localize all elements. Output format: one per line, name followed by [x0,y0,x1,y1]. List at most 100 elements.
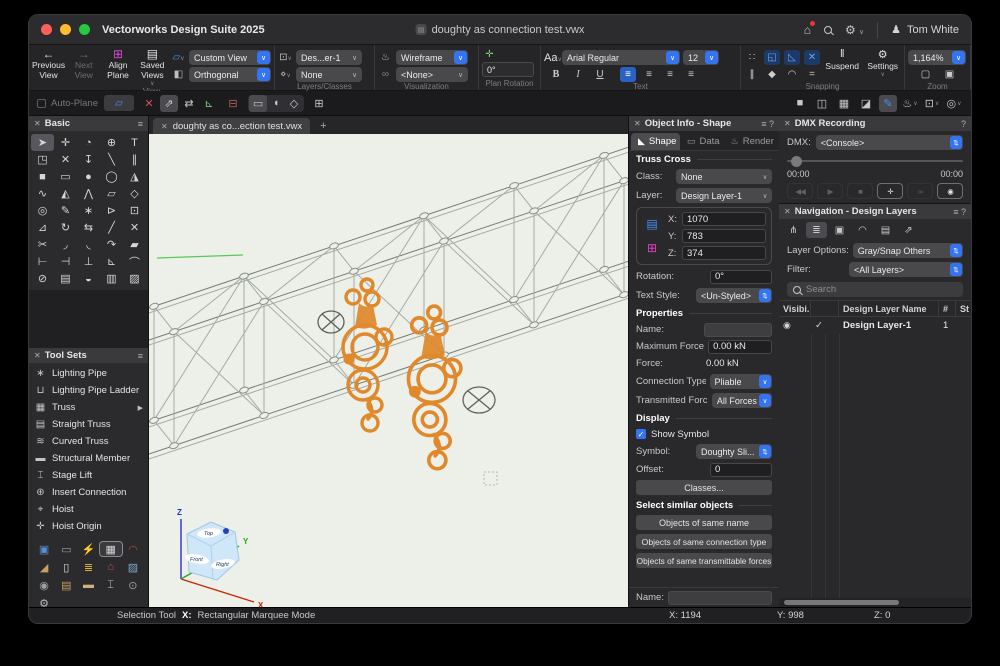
render-mode-dropdown[interactable]: Wireframe∨ [396,50,468,65]
layer-dropdown[interactable]: Design Layer-1∨ [676,188,772,203]
offset-field[interactable]: 0 [710,463,772,477]
saved-views-button[interactable]: ▤Saved Views∨ [137,47,168,87]
gear-icon[interactable]: ⚙ ∨ [845,23,864,37]
tool-set-item-structural-member[interactable]: ▬Structural Member [29,450,148,467]
toolset-rigging-icon[interactable]: ▦ [100,542,122,556]
number-column-header[interactable]: # [939,301,956,316]
tool-set-item-hoist-origin[interactable]: ✛Hoist Origin [29,518,148,535]
dmx-stop-icon[interactable]: ■ [847,183,873,199]
grid-mode-icon[interactable]: ⊞ [642,240,662,256]
plan-rotation-field[interactable]: 0° [482,62,534,77]
home-icon[interactable]: ⌂ [804,23,811,37]
bottom-name-field[interactable] [668,591,772,605]
tool-rotate-icon[interactable]: ↻ [54,219,77,236]
help-icon[interactable]: ? [961,119,966,129]
snap-snap-intersection-icon[interactable]: ✕ [804,50,820,65]
tool-shear-icon[interactable]: ╱ [100,219,123,236]
tool-spiral-icon[interactable]: ◎ [31,202,54,219]
tool-radial-dimension-icon[interactable]: ⊾ [100,253,123,270]
drawing-canvas[interactable]: Z X Y Top Front Right [149,134,628,607]
tool-set-item-stage-lift[interactable]: ⌶Stage Lift [29,467,148,484]
menu-icon[interactable]: ≡ [138,119,143,129]
class-dropdown[interactable]: None∨ [296,67,362,82]
align-justify-icon[interactable]: ≡ [683,67,699,82]
render-style-dropdown[interactable]: <None>∨ [396,67,468,82]
tool-section-icon[interactable]: ▥ [100,270,123,287]
tool-dimension-icon[interactable]: ⊣ [54,253,77,270]
align-right-icon[interactable]: ≡ [662,67,678,82]
viewport-style-icon[interactable]: ⊡∨ [923,95,941,112]
plane-mode-button[interactable]: ▱ [104,95,134,111]
stacking-column-header[interactable]: St [956,301,971,316]
tool-mirror-icon[interactable]: ⇆ [77,219,100,236]
nav-classes-view-icon[interactable]: ◠ [852,222,873,238]
visibility-eye-icon[interactable]: ◉ [783,320,791,331]
connection-type-dropdown[interactable]: Pliable∨ [710,374,772,389]
tool-selection-icon[interactable]: ➤ [31,134,54,151]
active-column-header[interactable] [811,301,839,316]
mode-lasso-marquee-icon[interactable]: ◖ [267,95,285,112]
tab-render[interactable]: ♨Render [724,133,777,150]
layer-options-dropdown[interactable]: Gray/Snap Others⇅ [853,243,963,258]
slider-knob[interactable] [791,156,802,167]
search-icon[interactable] [824,26,832,34]
layers-icon[interactable]: ⊡∨ [278,52,293,63]
glasses-icon[interactable]: ∞ [378,69,393,80]
tool-chamfer-icon[interactable]: ◟ [77,236,100,253]
nav-connections-view-icon[interactable]: ⋔ [783,222,804,238]
toolset-lighting-icon[interactable]: ▭ [55,542,77,556]
toolset-detailing-icon[interactable]: ⌶ [100,578,122,592]
tool-zoom-icon[interactable]: ⊕ [100,134,123,151]
show-symbol-checkbox[interactable]: ✓ [636,429,646,439]
auto-plane-toggle[interactable]: Auto-Plane [37,98,98,109]
tool-scissors-icon[interactable]: ✂ [31,236,54,253]
tool-protractor-icon[interactable]: ◒ [77,270,100,287]
objects-same-transmittable-button[interactable]: Objects of same transmittable forces [636,553,772,568]
toolset-furniture-icon[interactable]: ▤ [55,578,77,592]
align-left-icon[interactable]: ≡ [620,67,636,82]
tool-trim-icon[interactable]: ✕ [123,219,146,236]
classes-icon[interactable]: ⋄∨ [278,69,293,80]
tool-arc-icon[interactable]: ◮ [123,168,146,185]
tab-shape[interactable]: ◣Shape [631,133,680,150]
tool-measure-icon[interactable]: ⊢ [31,253,54,270]
close-icon[interactable]: ✕ [34,119,41,128]
tool-set-item-lighting-pipe-ladder[interactable]: ⊔Lighting Pipe Ladder [29,382,148,399]
align-center-icon[interactable]: ≡ [641,67,657,82]
tool-push-pull-icon[interactable]: ↧ [77,151,100,168]
mode-move-by-points-mode-icon[interactable]: ⇗ [160,95,178,112]
close-tab-icon[interactable]: ✕ [161,122,168,131]
close-icon[interactable]: ✕ [784,207,791,216]
tab-data[interactable]: ▭Data [680,133,724,150]
tool-eraser-icon[interactable]: ▰ [123,236,146,253]
tool-connect-combine-icon[interactable]: ↷ [100,236,123,253]
mode-polygon-marquee-icon[interactable]: ◇ [285,95,303,112]
marquee-zoom-icon[interactable]: ▣ [942,67,958,82]
tool-reshape-icon[interactable]: ⊿ [31,219,54,236]
close-window-button[interactable] [41,24,52,35]
suspend-snapping-button[interactable]: ‖Suspend [823,47,861,71]
tool-circle-icon[interactable]: ● [77,168,100,185]
tool-freehand-icon[interactable]: ∿ [31,185,54,202]
tool-set-item-straight-truss[interactable]: ▤Straight Truss [29,416,148,433]
dmx-record-camera-icon[interactable]: ◉ [937,183,963,199]
tool-flyover-icon[interactable]: ◔ [77,134,100,151]
objects-same-connection-button[interactable]: Objects of same connection type [636,534,772,549]
tool-fillet-icon[interactable]: ◞ [54,236,77,253]
text-style-dropdown[interactable]: <Un-Styled>⇅ [696,288,772,303]
zoom-level-dropdown[interactable]: 1,164%∨ [908,50,966,65]
tool-attribute-wand-icon[interactable]: ∗ [77,202,100,219]
filter-dropdown[interactable]: <All Layers>⇅ [849,262,963,277]
grid-toggle-icon[interactable]: ▦ [835,95,853,112]
minimize-window-button[interactable] [60,24,71,35]
layer-search-input[interactable]: Search [787,282,963,297]
name-field[interactable] [704,323,772,337]
tool-double-line-icon[interactable]: ∥ [123,151,146,168]
maximum-force-field[interactable]: 0.00 kN [708,340,772,354]
dmx-timeline-slider[interactable] [787,156,963,166]
nav-sheet-layers-view-icon[interactable]: ▤ [875,222,896,238]
horizontal-scrollbar[interactable] [779,598,971,607]
snap-snap-tangent-icon[interactable]: ◠ [784,67,800,82]
tool-text-icon[interactable]: T [123,134,146,151]
close-icon[interactable]: ✕ [34,351,41,360]
